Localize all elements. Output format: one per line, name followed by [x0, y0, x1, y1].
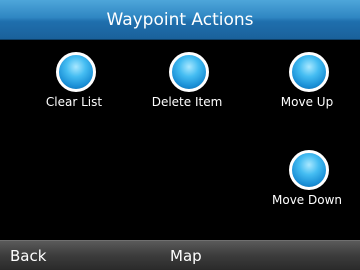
page-title: Waypoint Actions: [106, 10, 254, 30]
move-up-label: Move Up: [280, 95, 334, 109]
delete-item-button[interactable]: Delete Item: [139, 52, 235, 122]
move-up-icon: [289, 52, 329, 92]
softkey-bar: Back Map: [0, 240, 360, 270]
map-softkey[interactable]: Map: [170, 241, 202, 270]
move-down-label: Move Down: [272, 193, 342, 207]
clear-list-button[interactable]: Clear List: [26, 52, 122, 122]
move-down-icon: [289, 150, 329, 190]
move-up-button[interactable]: Move Up: [259, 52, 355, 122]
screen: Waypoint Actions Clear List Delete Item …: [0, 0, 360, 270]
clear-list-label: Clear List: [45, 95, 103, 109]
delete-item-label: Delete Item: [151, 95, 223, 109]
delete-item-icon: [169, 52, 209, 92]
title-bar: Waypoint Actions: [0, 0, 360, 40]
clear-list-icon: [56, 52, 96, 92]
move-down-button[interactable]: Move Down: [259, 150, 355, 220]
back-softkey[interactable]: Back: [10, 241, 46, 270]
